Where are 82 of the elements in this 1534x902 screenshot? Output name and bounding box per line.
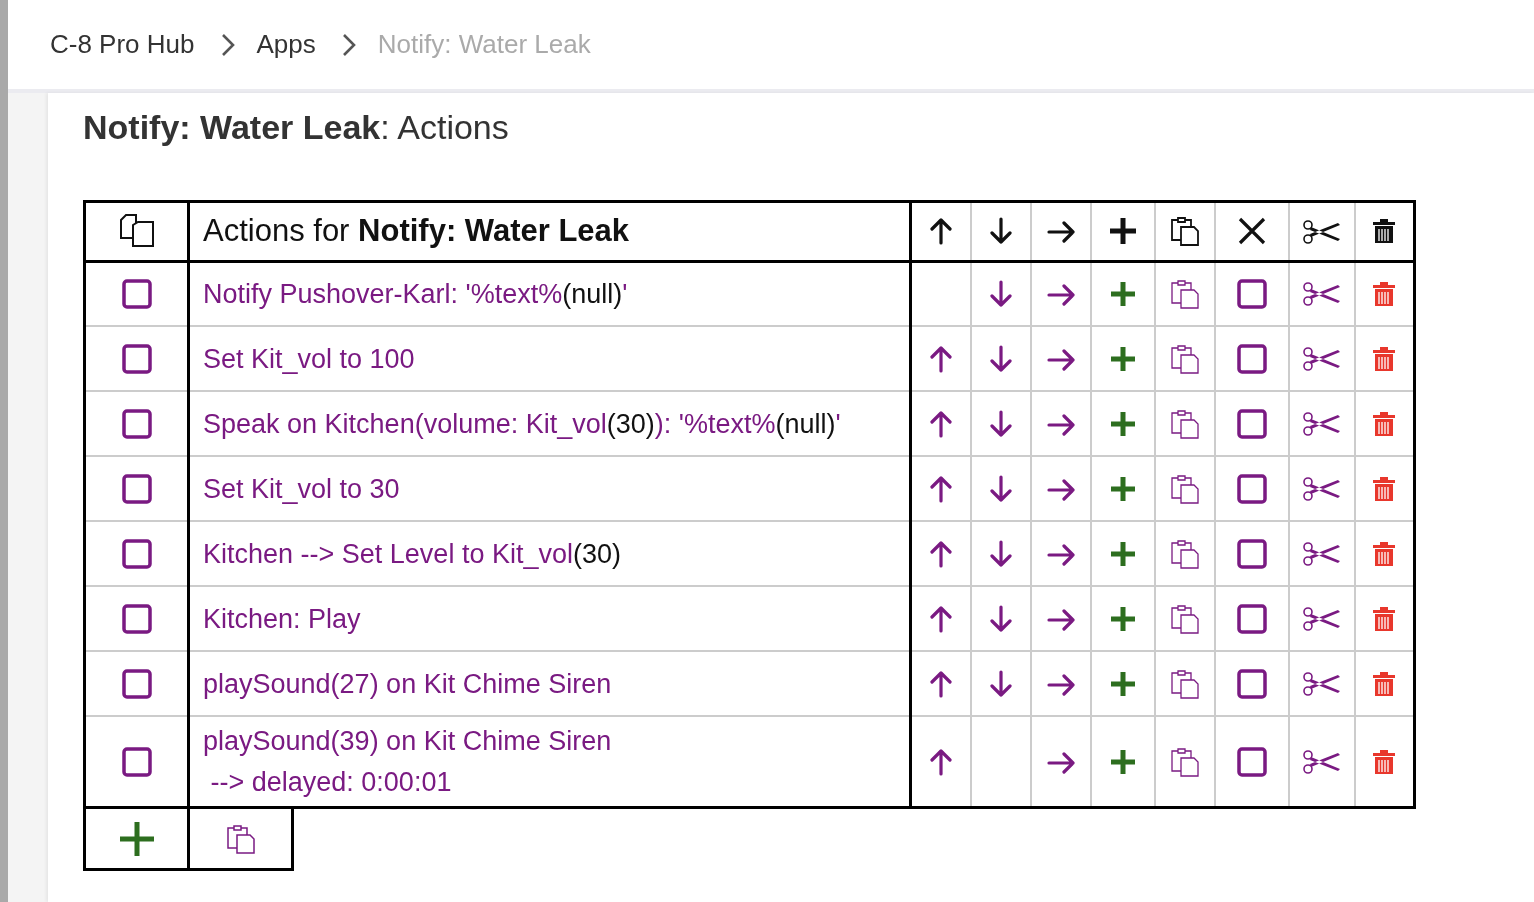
right-arrow-icon[interactable] (1046, 221, 1075, 244)
close-icon[interactable] (1237, 217, 1266, 246)
scissors-icon[interactable] (1301, 750, 1342, 775)
down-arrow-icon[interactable] (989, 217, 1012, 246)
checkbox[interactable] (121, 746, 152, 777)
paste-icon[interactable] (1169, 537, 1200, 570)
paste-icon[interactable] (225, 822, 256, 855)
plus-icon[interactable] (1110, 542, 1135, 567)
checkbox[interactable] (121, 668, 152, 699)
paste-icon[interactable] (1169, 407, 1200, 440)
right-arrow-icon[interactable] (1046, 478, 1075, 501)
plus-icon[interactable] (1110, 347, 1135, 372)
scissors-icon[interactable] (1301, 347, 1342, 372)
breadcrumb-link[interactable]: C-8 Pro Hub (50, 25, 195, 64)
right-arrow-icon[interactable] (1046, 413, 1075, 436)
plus-icon[interactable] (1110, 750, 1135, 775)
down-arrow-icon[interactable] (989, 280, 1012, 309)
checkbox[interactable] (121, 603, 152, 634)
checkbox[interactable] (121, 408, 152, 439)
right-arrow-icon[interactable] (1046, 348, 1075, 371)
scissors-icon[interactable] (1301, 412, 1342, 437)
checkbox[interactable] (1236, 746, 1267, 777)
action-link[interactable]: Set Kit_vol to 100 (203, 338, 415, 380)
paste-icon[interactable] (1169, 602, 1200, 635)
scissors-icon[interactable] (1301, 477, 1342, 502)
paste-icon[interactable] (1169, 278, 1200, 311)
plus-icon[interactable] (1110, 477, 1135, 502)
plus-icon[interactable] (1110, 672, 1135, 697)
down-arrow-icon[interactable] (989, 669, 1012, 698)
checkbox[interactable] (1236, 603, 1267, 634)
paste-icon[interactable] (1169, 215, 1200, 248)
breadcrumb-link[interactable]: Apps (256, 25, 316, 64)
chevron-icon (341, 32, 356, 57)
scissors-icon[interactable] (1301, 607, 1342, 632)
down-arrow-icon[interactable] (989, 409, 1012, 438)
down-arrow-icon[interactable] (989, 344, 1012, 373)
plus-icon[interactable] (1110, 607, 1135, 632)
plus-icon[interactable] (1109, 218, 1136, 245)
right-arrow-icon[interactable] (1046, 283, 1075, 306)
checkbox[interactable] (1236, 343, 1267, 374)
checkbox[interactable] (1236, 408, 1267, 439)
paste-icon[interactable] (1169, 745, 1200, 778)
table-header: Actions for Notify: Water Leak (203, 213, 630, 249)
up-arrow-icon[interactable] (929, 217, 952, 246)
plus-icon[interactable] (1110, 412, 1135, 437)
up-arrow-icon[interactable] (929, 539, 952, 568)
up-arrow-icon[interactable] (929, 604, 952, 633)
checkbox[interactable] (1236, 538, 1267, 569)
scissors-icon[interactable] (1301, 672, 1342, 697)
up-arrow-icon[interactable] (929, 409, 952, 438)
up-arrow-icon[interactable] (929, 669, 952, 698)
checkbox[interactable] (1236, 473, 1267, 504)
checkbox[interactable] (1236, 279, 1267, 310)
right-arrow-icon[interactable] (1046, 751, 1075, 774)
plus-icon[interactable] (119, 821, 154, 856)
copy-icon[interactable] (118, 214, 155, 249)
paste-icon[interactable] (1169, 472, 1200, 505)
checkbox[interactable] (1236, 668, 1267, 699)
checkbox[interactable] (121, 473, 152, 504)
right-arrow-icon[interactable] (1046, 673, 1075, 696)
down-arrow-icon[interactable] (989, 539, 1012, 568)
up-arrow-icon[interactable] (929, 344, 952, 373)
down-arrow-icon[interactable] (989, 604, 1012, 633)
action-link[interactable]: Set Kit_vol to 30 (203, 468, 400, 510)
checkbox[interactable] (121, 343, 152, 374)
checkbox[interactable] (121, 538, 152, 569)
chevron-icon (220, 32, 235, 57)
scissors-icon[interactable] (1301, 282, 1342, 307)
action-link[interactable]: Kitchen: Play (203, 598, 361, 640)
paste-icon[interactable] (1169, 342, 1200, 375)
page-title: Notify: Water Leak: Actions (83, 107, 510, 148)
right-arrow-icon[interactable] (1046, 608, 1075, 631)
scissors-icon[interactable] (1301, 219, 1342, 244)
up-arrow-icon[interactable] (929, 747, 952, 776)
trash-icon[interactable] (1372, 217, 1397, 246)
scissors-icon[interactable] (1301, 542, 1342, 567)
paste-icon[interactable] (1169, 667, 1200, 700)
down-arrow-icon[interactable] (989, 474, 1012, 503)
checkbox[interactable] (121, 279, 152, 310)
right-arrow-icon[interactable] (1046, 543, 1075, 566)
up-arrow-icon[interactable] (929, 474, 952, 503)
plus-icon[interactable] (1110, 282, 1135, 307)
